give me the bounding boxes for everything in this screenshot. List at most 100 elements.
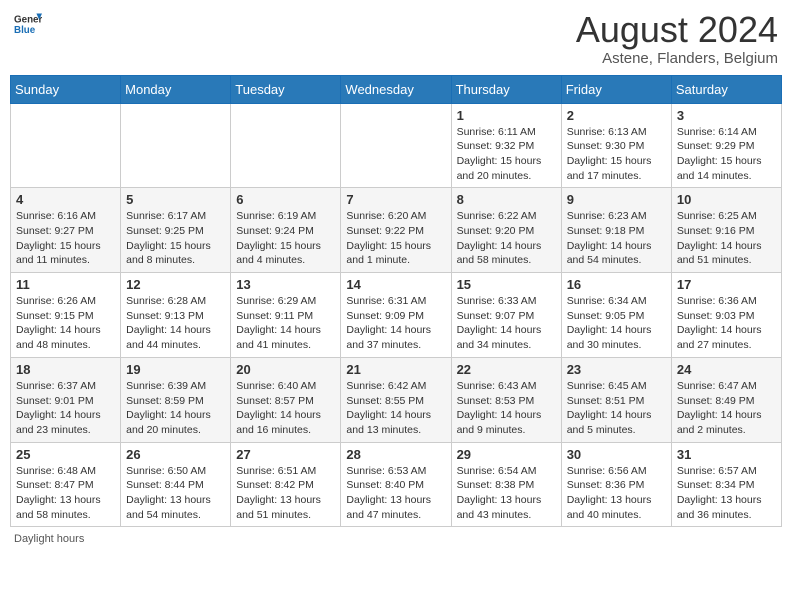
day-number: 30 — [567, 447, 666, 462]
calendar-cell — [11, 103, 121, 188]
title-block: August 2024 Astene, Flanders, Belgium — [576, 10, 778, 67]
day-info: Sunrise: 6:33 AMSunset: 9:07 PMDaylight:… — [457, 294, 556, 353]
calendar-footer: Daylight hours — [10, 533, 782, 545]
calendar-cell: 7 Sunrise: 6:20 AMSunset: 9:22 PMDaylight… — [341, 188, 451, 273]
calendar-day-header: Monday — [121, 75, 231, 103]
day-info: Sunrise: 6:39 AMSunset: 8:59 PMDaylight:… — [126, 379, 225, 438]
calendar-cell: 13Sunrise: 6:29 AMSunset: 9:11 PMDayligh… — [231, 273, 341, 358]
day-number: 4 — [16, 192, 115, 207]
calendar-cell: 18 Sunrise: 6:37 AMSunset: 9:01 PMDayligh… — [11, 357, 121, 442]
calendar-day-header: Tuesday — [231, 75, 341, 103]
day-info: Sunrise: 6:34 AMSunset: 9:05 PMDaylight:… — [567, 294, 666, 353]
day-info: Sunrise: 6:25 AMSunset: 9:16 PMDaylight:… — [677, 209, 776, 268]
calendar-cell — [121, 103, 231, 188]
day-info: Sunrise: 6:16 AMSunset: 9:27 PMDaylight:… — [16, 209, 115, 268]
day-number: 26 — [126, 447, 225, 462]
calendar-cell: 12Sunrise: 6:28 AMSunset: 9:13 PMDayligh… — [121, 273, 231, 358]
day-number: 28 — [346, 447, 445, 462]
page-header: General Blue August 2024 Astene, Flander… — [10, 10, 782, 67]
day-number: 9 — [567, 192, 666, 207]
day-info: Sunrise: 6:17 AMSunset: 9:25 PMDaylight:… — [126, 209, 225, 268]
calendar-cell: 22 Sunrise: 6:43 AMSunset: 8:53 PMDayligh… — [451, 357, 561, 442]
calendar-week-row: 4 Sunrise: 6:16 AMSunset: 9:27 PMDaylight… — [11, 188, 782, 273]
day-number: 6 — [236, 192, 335, 207]
day-info: Sunrise: 6:53 AMSunset: 8:40 PMDaylight:… — [346, 464, 445, 523]
calendar-cell: 19Sunrise: 6:39 AMSunset: 8:59 PMDayligh… — [121, 357, 231, 442]
calendar-day-header: Sunday — [11, 75, 121, 103]
day-info: Sunrise: 6:14 AMSunset: 9:29 PMDaylight:… — [677, 125, 776, 184]
calendar-cell: 9 Sunrise: 6:23 AMSunset: 9:18 PMDaylight… — [561, 188, 671, 273]
day-info: Sunrise: 6:22 AMSunset: 9:20 PMDaylight:… — [457, 209, 556, 268]
day-number: 15 — [457, 277, 556, 292]
calendar-cell: 8 Sunrise: 6:22 AMSunset: 9:20 PMDaylight… — [451, 188, 561, 273]
calendar-week-row: 1 Sunrise: 6:11 AMSunset: 9:32 PMDaylight… — [11, 103, 782, 188]
calendar-cell: 4 Sunrise: 6:16 AMSunset: 9:27 PMDaylight… — [11, 188, 121, 273]
daylight-label: Daylight hours — [14, 533, 84, 545]
calendar-cell: 11Sunrise: 6:26 AMSunset: 9:15 PMDayligh… — [11, 273, 121, 358]
logo: General Blue — [14, 10, 42, 38]
day-number: 24 — [677, 362, 776, 377]
calendar-cell: 5 Sunrise: 6:17 AMSunset: 9:25 PMDaylight… — [121, 188, 231, 273]
calendar-day-header: Saturday — [671, 75, 781, 103]
calendar-cell: 24Sunrise: 6:47 AMSunset: 8:49 PMDayligh… — [671, 357, 781, 442]
page-title: August 2024 — [576, 10, 778, 50]
day-number: 8 — [457, 192, 556, 207]
day-info: Sunrise: 6:54 AMSunset: 8:38 PMDaylight:… — [457, 464, 556, 523]
day-info: Sunrise: 6:37 AMSunset: 9:01 PMDaylight:… — [16, 379, 115, 438]
calendar-cell: 2 Sunrise: 6:13 AMSunset: 9:30 PMDaylight… — [561, 103, 671, 188]
calendar-day-header: Thursday — [451, 75, 561, 103]
logo-icon: General Blue — [14, 10, 42, 38]
calendar-week-row: 18 Sunrise: 6:37 AMSunset: 9:01 PMDayligh… — [11, 357, 782, 442]
calendar-cell: 10 Sunrise: 6:25 AMSunset: 9:16 PMDayligh… — [671, 188, 781, 273]
day-info: Sunrise: 6:11 AMSunset: 9:32 PMDaylight:… — [457, 125, 556, 184]
day-number: 20 — [236, 362, 335, 377]
day-info: Sunrise: 6:51 AMSunset: 8:42 PMDaylight:… — [236, 464, 335, 523]
day-number: 10 — [677, 192, 776, 207]
calendar-cell: 6Sunrise: 6:19 AMSunset: 9:24 PMDaylight… — [231, 188, 341, 273]
day-number: 2 — [567, 108, 666, 123]
day-info: Sunrise: 6:23 AMSunset: 9:18 PMDaylight:… — [567, 209, 666, 268]
day-info: Sunrise: 6:57 AMSunset: 8:34 PMDaylight:… — [677, 464, 776, 523]
day-info: Sunrise: 6:13 AMSunset: 9:30 PMDaylight:… — [567, 125, 666, 184]
calendar-week-row: 11Sunrise: 6:26 AMSunset: 9:15 PMDayligh… — [11, 273, 782, 358]
day-info: Sunrise: 6:36 AMSunset: 9:03 PMDaylight:… — [677, 294, 776, 353]
calendar-cell: 25Sunrise: 6:48 AMSunset: 8:47 PMDayligh… — [11, 442, 121, 527]
calendar-cell: 29 Sunrise: 6:54 AMSunset: 8:38 PMDayligh… — [451, 442, 561, 527]
calendar-day-header: Wednesday — [341, 75, 451, 103]
svg-text:Blue: Blue — [14, 25, 36, 36]
day-info: Sunrise: 6:20 AMSunset: 9:22 PMDaylight:… — [346, 209, 445, 268]
day-number: 18 — [16, 362, 115, 377]
day-info: Sunrise: 6:28 AMSunset: 9:13 PMDaylight:… — [126, 294, 225, 353]
calendar-cell: 16 Sunrise: 6:34 AMSunset: 9:05 PMDayligh… — [561, 273, 671, 358]
day-number: 27 — [236, 447, 335, 462]
day-number: 17 — [677, 277, 776, 292]
day-info: Sunrise: 6:43 AMSunset: 8:53 PMDaylight:… — [457, 379, 556, 438]
day-number: 3 — [677, 108, 776, 123]
day-info: Sunrise: 6:48 AMSunset: 8:47 PMDaylight:… — [16, 464, 115, 523]
day-number: 22 — [457, 362, 556, 377]
calendar-cell: 1 Sunrise: 6:11 AMSunset: 9:32 PMDaylight… — [451, 103, 561, 188]
calendar-header-row: SundayMondayTuesdayWednesdayThursdayFrid… — [11, 75, 782, 103]
calendar-table: SundayMondayTuesdayWednesdayThursdayFrid… — [10, 75, 782, 528]
calendar-cell: 26 Sunrise: 6:50 AMSunset: 8:44 PMDayligh… — [121, 442, 231, 527]
page-subtitle: Astene, Flanders, Belgium — [576, 50, 778, 67]
calendar-cell: 3 Sunrise: 6:14 AMSunset: 9:29 PMDaylight… — [671, 103, 781, 188]
day-info: Sunrise: 6:31 AMSunset: 9:09 PMDaylight:… — [346, 294, 445, 353]
calendar-cell: 31 Sunrise: 6:57 AMSunset: 8:34 PMDayligh… — [671, 442, 781, 527]
day-info: Sunrise: 6:26 AMSunset: 9:15 PMDaylight:… — [16, 294, 115, 353]
day-number: 5 — [126, 192, 225, 207]
calendar-cell: 20 Sunrise: 6:40 AMSunset: 8:57 PMDayligh… — [231, 357, 341, 442]
day-number: 29 — [457, 447, 556, 462]
calendar-day-header: Friday — [561, 75, 671, 103]
day-number: 16 — [567, 277, 666, 292]
day-number: 23 — [567, 362, 666, 377]
day-info: Sunrise: 6:50 AMSunset: 8:44 PMDaylight:… — [126, 464, 225, 523]
day-info: Sunrise: 6:56 AMSunset: 8:36 PMDaylight:… — [567, 464, 666, 523]
calendar-cell: 14Sunrise: 6:31 AMSunset: 9:09 PMDayligh… — [341, 273, 451, 358]
day-info: Sunrise: 6:40 AMSunset: 8:57 PMDaylight:… — [236, 379, 335, 438]
calendar-cell: 27 Sunrise: 6:51 AMSunset: 8:42 PMDayligh… — [231, 442, 341, 527]
day-number: 1 — [457, 108, 556, 123]
calendar-cell: 21Sunrise: 6:42 AMSunset: 8:55 PMDayligh… — [341, 357, 451, 442]
day-number: 31 — [677, 447, 776, 462]
day-number: 7 — [346, 192, 445, 207]
